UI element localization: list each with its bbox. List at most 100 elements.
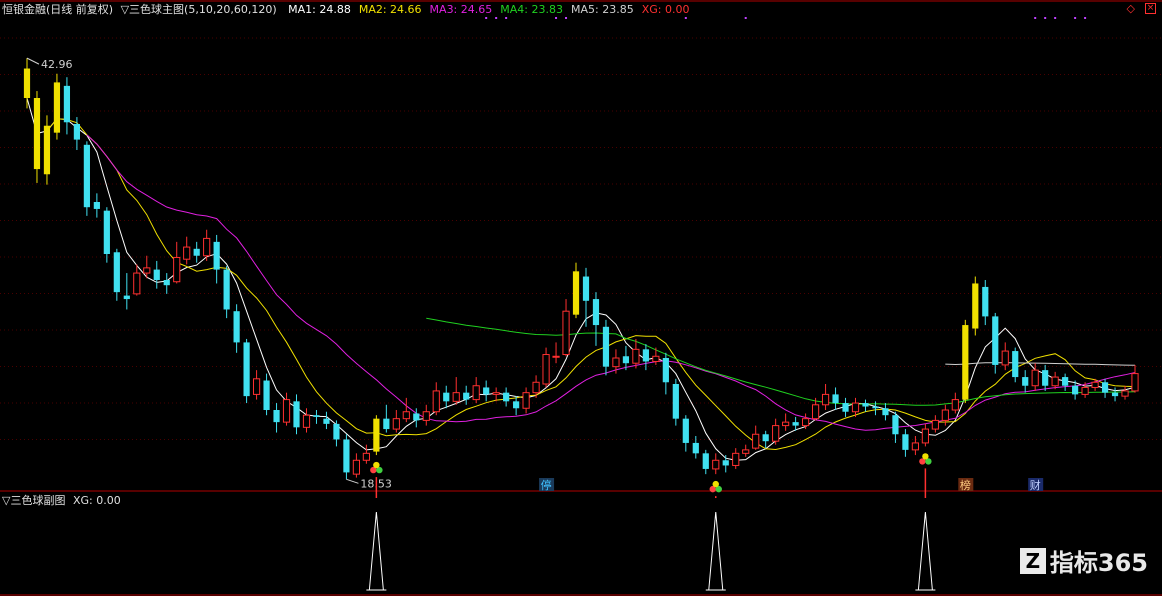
window-controls: ◇ ×	[1127, 3, 1156, 15]
candle-body	[602, 326, 610, 367]
ma-legend-item: XG: 0.00	[641, 3, 690, 16]
candle-body	[1072, 385, 1079, 395]
signal-spike	[708, 511, 724, 591]
candle-body	[1081, 386, 1089, 395]
watermark-logo: Z 指标365	[1019, 543, 1148, 578]
candle-body	[832, 394, 839, 404]
candle-body	[333, 423, 340, 440]
candle-body	[1012, 351, 1019, 378]
candle-body	[492, 392, 500, 395]
candle-body	[432, 390, 440, 413]
candle-body	[183, 246, 191, 260]
indicator-name[interactable]: ▽三色球主图(5,10,20,60,120)	[121, 3, 277, 16]
candle-body	[402, 411, 410, 420]
ma-line	[945, 362, 1136, 366]
candle-body	[213, 241, 220, 270]
candle-body	[1001, 350, 1009, 366]
candle-body	[73, 124, 80, 140]
ma-line	[46, 118, 1136, 451]
candle-body	[982, 286, 989, 317]
candle-body	[392, 418, 400, 430]
candle-body	[652, 355, 660, 362]
candle-body	[762, 434, 769, 442]
close-square-icon[interactable]: ×	[1145, 3, 1156, 14]
candle-body	[542, 354, 550, 385]
top-dot	[1034, 17, 1037, 19]
candle-body	[1111, 392, 1119, 397]
candle-body	[472, 385, 480, 401]
candle-body	[503, 392, 510, 402]
top-dot	[1084, 17, 1087, 19]
low-pointer	[346, 478, 359, 484]
candle-body	[163, 280, 170, 286]
candle-body	[23, 68, 31, 98]
candle-body	[1062, 377, 1069, 386]
candle-body	[552, 355, 560, 358]
candle-body	[313, 415, 320, 417]
candle-body	[902, 434, 909, 450]
candle-body	[1131, 373, 1139, 392]
candle-body	[53, 82, 61, 133]
candle-body	[233, 311, 240, 343]
candle-body	[373, 418, 380, 452]
candle-body	[931, 419, 939, 430]
candle-body	[362, 452, 370, 461]
top-dot	[1074, 17, 1077, 19]
top-dot	[485, 17, 488, 19]
candle-body	[872, 406, 879, 409]
ma-legend: MA1: 24.88 MA2: 24.66 MA3: 24.65 MA4: 23.83…	[280, 3, 689, 16]
candle-body	[842, 403, 849, 412]
candle-body	[892, 415, 899, 435]
candle-body	[582, 276, 590, 301]
candle-body	[143, 267, 151, 274]
candle-body	[862, 403, 869, 407]
candle-body	[263, 380, 270, 410]
candle-body	[1051, 376, 1059, 387]
ma-legend-item: MA4: 23.83	[500, 3, 563, 16]
candle-body	[103, 210, 110, 254]
candle-body	[343, 439, 350, 473]
top-dot	[684, 17, 687, 19]
diamond-outline-icon[interactable]: ◇	[1127, 3, 1135, 15]
candle-body	[1031, 369, 1039, 387]
candle-body	[93, 202, 100, 209]
candle-body	[572, 271, 580, 315]
candle-body	[662, 358, 669, 383]
candle-body	[682, 418, 689, 443]
high-pointer	[26, 57, 40, 65]
signal-ball-yellow	[922, 453, 929, 460]
candle-body	[532, 381, 540, 394]
candle-body	[522, 392, 530, 409]
candle-body	[43, 125, 51, 175]
candle-body	[153, 269, 160, 280]
signal-spike	[917, 511, 933, 591]
candle-body	[702, 453, 709, 469]
candle-body	[243, 342, 250, 397]
signal-spike	[368, 511, 384, 591]
sub-indicator-name[interactable]: ▽三色球副图	[2, 494, 65, 507]
top-dot	[495, 17, 498, 19]
candle-body	[273, 410, 280, 423]
candle-body	[811, 404, 820, 420]
candle-body	[732, 452, 740, 466]
candle-body	[352, 459, 360, 475]
candle-body	[562, 310, 570, 356]
candle-body	[802, 418, 810, 427]
candle-body	[483, 387, 490, 395]
kline-chart: 42.9618.53停榜财	[0, 0, 1162, 596]
candle-body	[63, 85, 71, 123]
candle-body	[113, 252, 120, 293]
candle-body	[123, 295, 130, 300]
candle-body	[921, 428, 929, 444]
top-dot	[1044, 17, 1047, 19]
logo-z-icon: Z	[1019, 547, 1046, 574]
candle-body	[821, 393, 830, 406]
candle-body	[962, 325, 969, 400]
candle-body	[742, 449, 750, 454]
ma-legend-item: MA2: 24.66	[358, 3, 422, 16]
candle-body	[203, 237, 211, 257]
candle-body	[293, 401, 300, 428]
event-tag-text: 停	[541, 478, 552, 492]
candle-body	[452, 392, 460, 402]
candle-body	[422, 411, 430, 421]
